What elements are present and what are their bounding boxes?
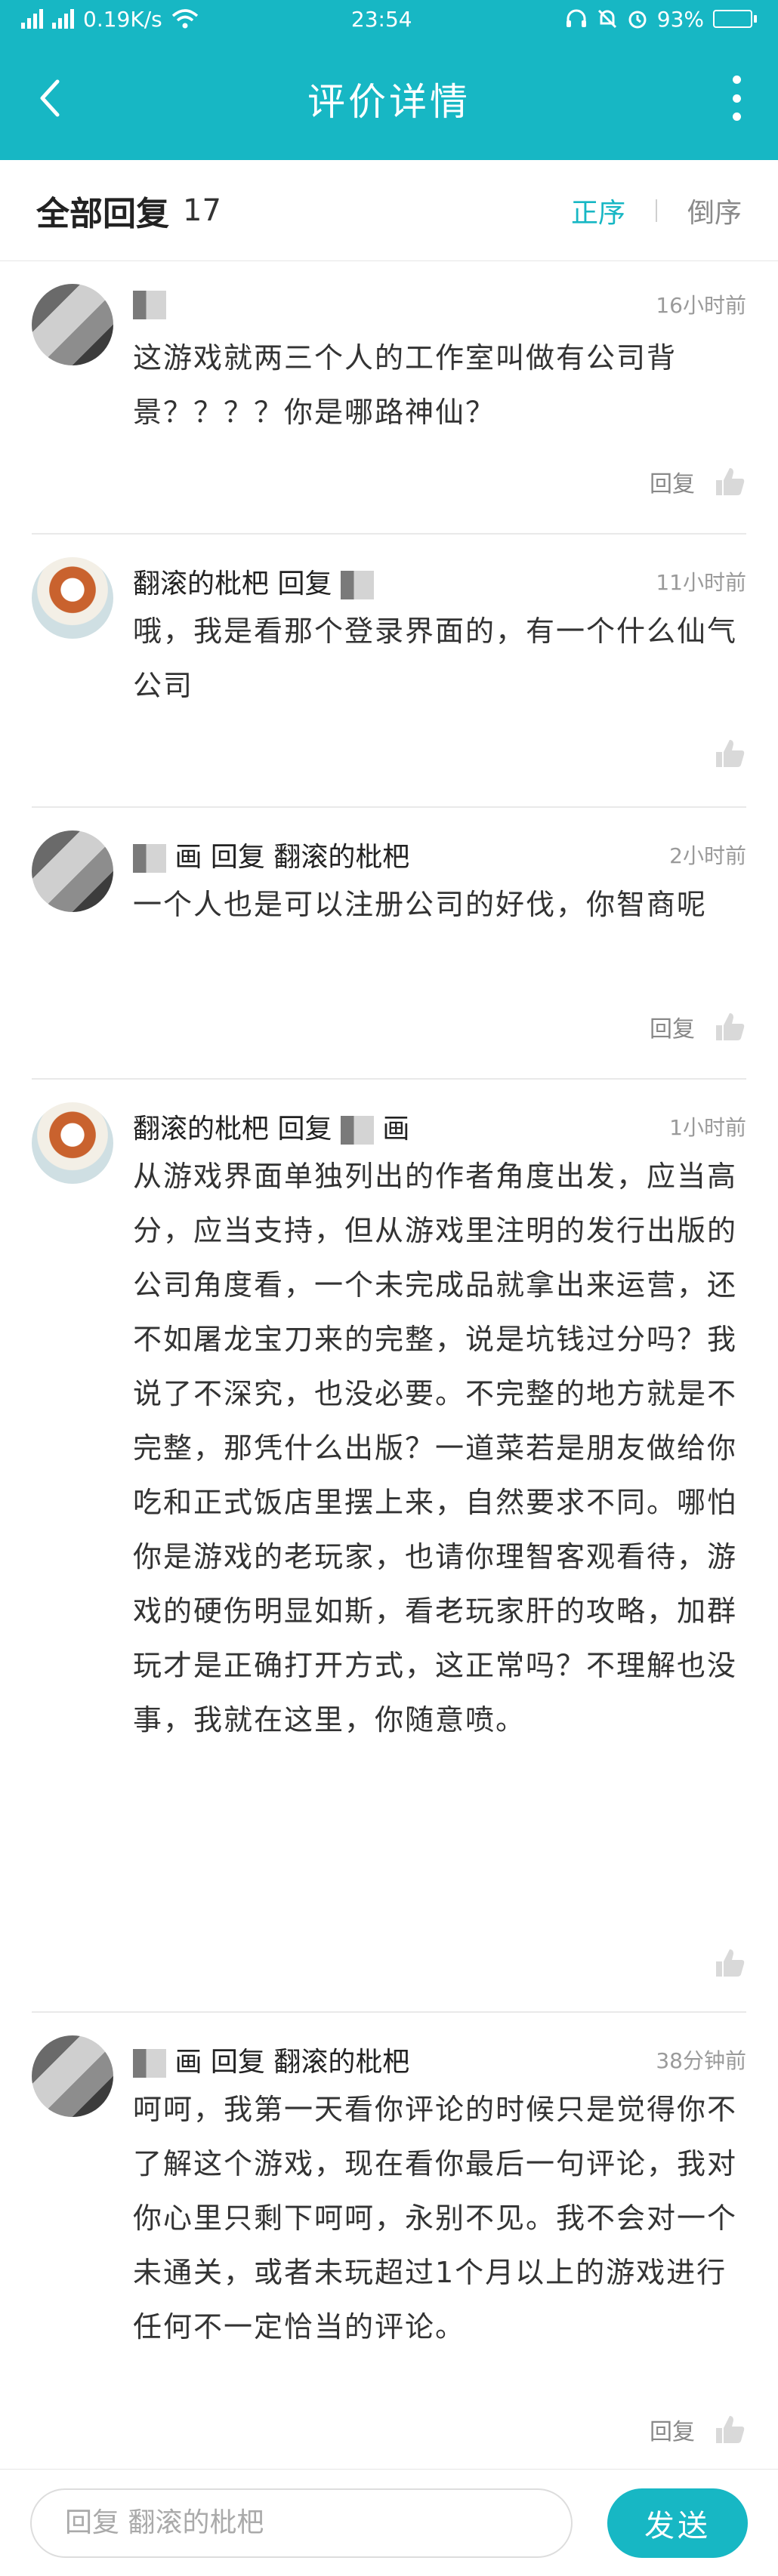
headset-icon xyxy=(566,9,586,27)
wifi-icon xyxy=(171,9,198,29)
thumbs-up-icon[interactable] xyxy=(713,2413,746,2446)
reply-button[interactable]: 回复 xyxy=(650,1010,695,1043)
author-name[interactable]: 翻滚的枇杷 xyxy=(133,1114,269,1145)
author-name[interactable]: 画 xyxy=(174,2047,202,2078)
comment-text: 哦，我是看那个登录界面的，有一个什么仙气公司 xyxy=(133,615,738,702)
comment-text: 呵呵，我第一天看你评论的时候只是觉得你不了解这个游戏，现在看你最后一句评论，我对… xyxy=(133,2093,738,2343)
avatar[interactable] xyxy=(32,557,113,639)
battery-percent: 93% xyxy=(656,6,704,32)
author-name[interactable]: 翻滚的枇杷 xyxy=(133,569,269,599)
reply-target-name[interactable]: 画 xyxy=(382,1114,409,1145)
comment-header: 画 回复 翻滚的枇杷 2小时前 xyxy=(133,835,746,874)
comment-header: 翻滚的枇杷 回复 11小时前 xyxy=(133,562,746,601)
comment-list: 16小时前 这游戏就两三个人的工作室叫做有公司背景？？？？你是哪路神仙？ 回复 … xyxy=(0,261,778,2481)
comment-header: 翻滚的枇杷 回复 画 1小时前 xyxy=(133,1107,746,1146)
comment-names: 翻滚的枇杷 回复 xyxy=(133,562,374,601)
back-arrow-icon xyxy=(40,79,60,117)
avatar[interactable] xyxy=(32,284,113,365)
reply-word: 回复 xyxy=(277,569,332,599)
more-dot-icon xyxy=(732,75,741,84)
author-name[interactable]: 画 xyxy=(174,842,202,873)
thumbs-up-icon[interactable] xyxy=(713,737,746,770)
comment-text: 从游戏界面单独列出的作者角度出发，应当高分，应当支持，但从游戏里注明的发行出版的… xyxy=(133,1160,738,1736)
comment-header: 画 回复 翻滚的枇杷 38分钟前 xyxy=(133,2040,746,2079)
status-bar: 0.19K/s 23:54 93% xyxy=(0,0,778,38)
page-title: 评价详情 xyxy=(307,80,471,124)
comment-actions xyxy=(695,1946,746,1980)
reply-bar: 发送 xyxy=(0,2469,778,2576)
comment-actions: 回复 xyxy=(650,1010,746,1043)
censored-name-image xyxy=(133,2049,166,2078)
reply-button[interactable]: 回复 xyxy=(650,465,695,498)
comment-names: 翻滚的枇杷 回复 画 xyxy=(133,1107,409,1146)
comment-actions xyxy=(695,737,746,770)
reply-input[interactable] xyxy=(30,2488,573,2558)
signal-2g-icon xyxy=(52,9,74,29)
clock: 23:54 xyxy=(350,6,412,32)
sort-divider xyxy=(655,199,657,222)
comment-time: 16小时前 xyxy=(656,292,746,318)
app-bar: 评价详情 xyxy=(0,38,778,160)
sort-descending-button[interactable]: 倒序 xyxy=(687,191,742,230)
thumbs-up-icon[interactable] xyxy=(713,1946,746,1980)
battery-icon xyxy=(712,10,757,28)
sort-ascending-button[interactable]: 正序 xyxy=(571,191,625,230)
avatar[interactable] xyxy=(32,830,113,912)
censored-name-image xyxy=(340,1116,374,1145)
reply-target-name[interactable]: 翻滚的枇杷 xyxy=(273,2047,409,2078)
comment-item: 画 回复 翻滚的枇杷 2小时前 一个人也是可以注册公司的好伐，你智商呢 回复 xyxy=(0,808,778,1080)
signal-4g-icon xyxy=(21,9,43,29)
network-speed: 0.19K/s xyxy=(83,6,162,32)
comment-names: 画 回复 翻滚的枇杷 xyxy=(133,2040,409,2079)
comment-names: 画 回复 翻滚的枇杷 xyxy=(133,835,409,874)
status-right: 93% xyxy=(565,7,757,32)
reply-target-name[interactable]: 翻滚的枇杷 xyxy=(273,842,409,873)
comment-text: 一个人也是可以注册公司的好伐，你智商呢 xyxy=(133,888,708,921)
comment-header: 16小时前 xyxy=(133,288,746,319)
more-dot-icon xyxy=(732,94,741,103)
censored-name-image xyxy=(133,844,166,873)
comment-time: 2小时前 xyxy=(669,843,746,868)
comment-time: 38分钟前 xyxy=(656,2048,746,2073)
more-options-button[interactable] xyxy=(725,75,748,121)
avatar[interactable] xyxy=(32,1102,113,1184)
avatar[interactable] xyxy=(32,2035,113,2117)
comment-item: 翻滚的枇杷 回复 11小时前 哦，我是看那个登录界面的，有一个什么仙气公司 xyxy=(0,535,778,808)
reply-count: 17 xyxy=(183,193,221,228)
comment-actions: 回复 xyxy=(650,465,746,498)
send-button[interactable]: 发送 xyxy=(607,2488,748,2558)
comment-detail-screen: 0.19K/s 23:54 93% 评价详情 全部回复 17 正序 倒序 16小… xyxy=(0,0,778,2576)
censored-name-image xyxy=(340,571,374,599)
reply-header: 全部回复 17 正序 倒序 xyxy=(0,160,778,261)
comment-item: 16小时前 这游戏就两三个人的工作室叫做有公司背景？？？？你是哪路神仙？ 回复 xyxy=(0,261,778,535)
reply-word: 回复 xyxy=(210,2047,265,2078)
sort-toggle: 正序 倒序 xyxy=(571,191,742,230)
thumbs-up-icon[interactable] xyxy=(713,1010,746,1043)
comment-item: 画 回复 翻滚的枇杷 38分钟前 呵呵，我第一天看你评论的时候只是觉得你不了解这… xyxy=(0,2013,778,2481)
reply-word: 回复 xyxy=(210,842,265,873)
censored-name-image xyxy=(133,291,166,319)
thumbs-up-icon[interactable] xyxy=(713,465,746,498)
comment-time: 1小时前 xyxy=(669,1115,746,1140)
bell-muted-icon xyxy=(597,9,616,29)
status-left: 0.19K/s xyxy=(21,7,199,32)
comment-text: 这游戏就两三个人的工作室叫做有公司背景？？？？你是哪路神仙？ xyxy=(133,341,678,429)
reply-word: 回复 xyxy=(277,1114,332,1145)
comment-actions: 回复 xyxy=(650,2413,746,2446)
reply-button[interactable]: 回复 xyxy=(650,2413,695,2446)
alarm-icon xyxy=(628,11,647,29)
author-name[interactable] xyxy=(133,288,166,319)
all-replies-title: 全部回复 xyxy=(36,194,169,233)
back-button[interactable] xyxy=(30,72,68,125)
comment-item: 翻滚的枇杷 回复 画 1小时前 从游戏界面单独列出的作者角度出发，应当高分，应当… xyxy=(0,1080,778,2013)
comment-time: 11小时前 xyxy=(656,570,746,595)
more-dot-icon xyxy=(732,112,741,121)
